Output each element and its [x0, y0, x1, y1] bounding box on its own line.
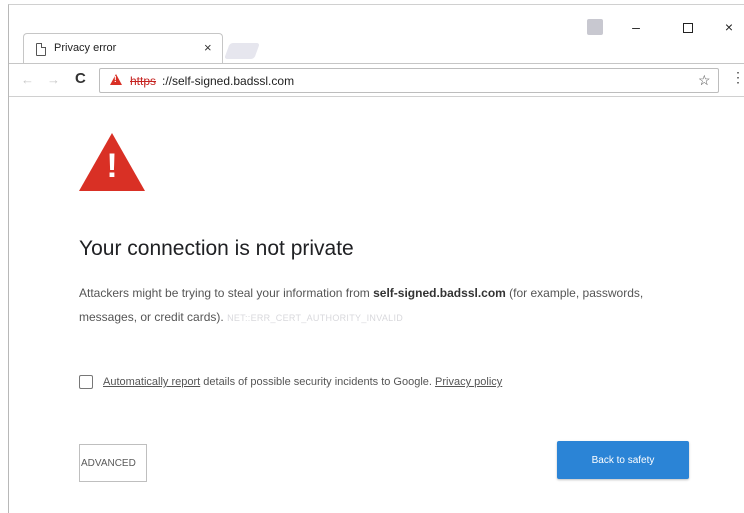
page-title: Your connection is not private	[79, 237, 354, 260]
advanced-button[interactable]: ADVANCED	[79, 444, 147, 482]
tab-title: Privacy error	[54, 42, 117, 54]
url-text: ://self-signed.badssl.com	[162, 74, 295, 88]
close-window-button[interactable]: ×	[714, 15, 744, 39]
browser-window: Privacy error × – × ← → C ! https ://sel…	[8, 4, 744, 513]
tab-privacy-error[interactable]: Privacy error ×	[23, 33, 223, 63]
toolbar: ← → C ! https ://self-signed.badssl.com …	[9, 63, 744, 97]
minimize-button[interactable]: –	[621, 15, 651, 39]
reload-icon[interactable]: C	[75, 70, 86, 87]
report-checkbox[interactable]	[79, 375, 93, 389]
explanation-paragraph: Attackers might be trying to steal your …	[79, 281, 659, 330]
bookmark-star-icon[interactable]: ☆	[698, 72, 711, 89]
report-description: details of possible security incidents t…	[200, 376, 436, 388]
url-scheme: https	[130, 74, 157, 88]
tab-strip: Privacy error × – ×	[9, 5, 744, 67]
privacy-policy-link[interactable]: Privacy policy	[435, 376, 502, 388]
profile-icon[interactable]	[587, 19, 603, 35]
back-icon[interactable]: ←	[21, 72, 34, 87]
report-text: Automatically report details of possible…	[103, 376, 502, 388]
maximize-button[interactable]	[673, 15, 703, 39]
menu-icon[interactable]: ⋮	[731, 70, 744, 84]
address-bar[interactable]: ! https ://self-signed.badssl.com ☆	[99, 68, 719, 93]
security-warning-bang: !	[114, 75, 117, 84]
forward-icon[interactable]: →	[47, 72, 60, 87]
explanation-prefix: Attackers might be trying to steal your …	[79, 286, 374, 300]
error-code: NET::ERR_CERT_AUTHORITY_INVALID	[227, 313, 404, 323]
maximize-icon	[683, 23, 693, 34]
tab-close-icon[interactable]: ×	[204, 40, 212, 55]
host-name: self-signed.badssl.com	[373, 286, 506, 300]
interstitial-page: ! Your connection is not private Attacke…	[9, 97, 744, 513]
new-tab-button[interactable]	[224, 43, 260, 59]
auto-report-link[interactable]: Automatically report	[103, 376, 200, 388]
page-icon	[36, 43, 46, 56]
warning-exclamation: !	[106, 147, 118, 185]
back-to-safety-button[interactable]: Back to safety	[557, 441, 689, 479]
